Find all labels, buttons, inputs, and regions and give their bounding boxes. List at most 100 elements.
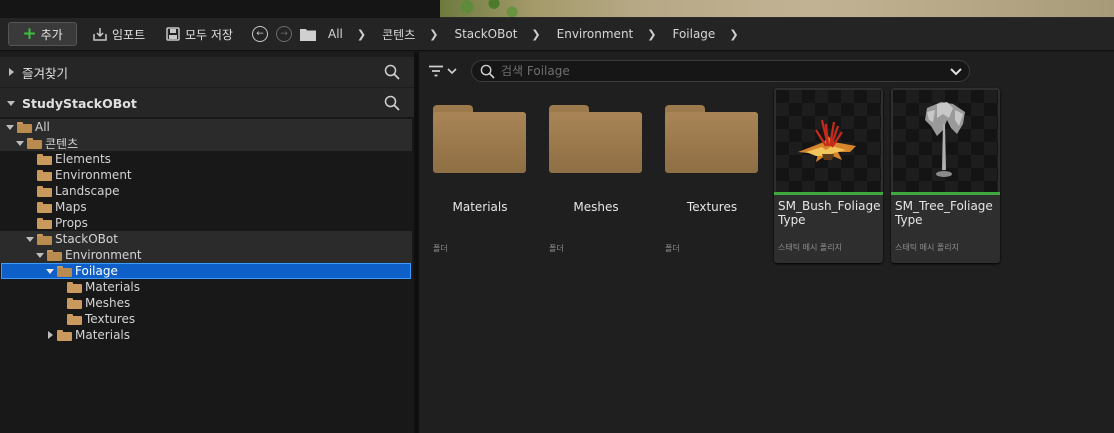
tree-item-foilage[interactable]: Foilage xyxy=(1,263,411,279)
chevron-right-icon[interactable]: ❯ xyxy=(637,28,668,41)
tree-item-label: Props xyxy=(55,216,88,230)
folder-open-icon xyxy=(17,121,32,133)
breadcrumb: All ❯ 콘텐츠 ❯ StackOBot ❯ Environment ❯ Fo… xyxy=(300,22,751,46)
import-label: 임포트 xyxy=(112,27,146,42)
triangle-down-icon[interactable] xyxy=(5,122,15,132)
folder-icon xyxy=(37,185,52,197)
tree-item-label: Textures xyxy=(85,312,136,326)
tree-item-label: Environment xyxy=(55,168,132,182)
search-input[interactable] xyxy=(501,64,931,78)
triangle-down-icon xyxy=(7,101,15,106)
breadcrumb-item-stackobot[interactable]: StackOBot xyxy=(450,27,521,41)
favorites-title: 즐겨찾기 xyxy=(22,65,69,81)
triangle-right-icon[interactable] xyxy=(45,330,55,340)
breadcrumb-item-content[interactable]: 콘텐츠 xyxy=(378,26,419,43)
sources-panel: 즐겨찾기 StudyStackOBot All 콘텐츠 Elements Env… xyxy=(0,52,414,433)
tree-item-label: 콘텐츠 xyxy=(45,136,79,151)
tree-item-environment[interactable]: Environment xyxy=(0,247,412,263)
forward-button[interactable]: → xyxy=(276,22,292,46)
tree-item-elements[interactable]: Elements xyxy=(0,151,412,167)
tree-item-content[interactable]: 콘텐츠 xyxy=(0,135,412,151)
tree-item-label: Meshes xyxy=(85,296,131,310)
folder-icon xyxy=(57,329,72,341)
add-button[interactable]: + 추가 xyxy=(8,22,77,46)
level-viewport-strip xyxy=(0,0,1114,18)
folder-icon xyxy=(433,105,526,173)
asset-tile-sm-bush-foliage-type[interactable]: SM_Bush_Foliage Type 스태틱 메시 폴리지 xyxy=(774,88,883,263)
project-header[interactable]: StudyStackOBot xyxy=(0,88,414,118)
breadcrumb-item-environment[interactable]: Environment xyxy=(553,27,638,41)
folder-icon xyxy=(37,201,52,213)
asset-name: Materials xyxy=(452,200,508,214)
asset-type: 스태틱 메시 폴리지 xyxy=(895,243,959,252)
folder-icon[interactable] xyxy=(300,27,316,41)
folder-open-icon xyxy=(47,249,62,261)
chevron-down-icon xyxy=(447,68,457,75)
tree-item-stackobot[interactable]: StackOBot xyxy=(0,231,412,247)
save-all-button[interactable]: 모두 저장 xyxy=(165,22,233,46)
folder-icon xyxy=(67,297,82,309)
asset-name: SM_Tree_Foliage Type xyxy=(895,199,993,227)
tree-item-label: All xyxy=(35,120,50,134)
chevron-right-icon[interactable]: ❯ xyxy=(347,28,378,41)
breadcrumb-item-all[interactable]: All xyxy=(324,27,347,41)
chevron-right-icon[interactable]: ❯ xyxy=(521,28,552,41)
tree-item-landscape[interactable]: Landscape xyxy=(0,183,412,199)
folder-icon xyxy=(37,169,52,181)
asset-type: 폴더 xyxy=(665,244,680,253)
tree-item-maps[interactable]: Maps xyxy=(0,199,412,215)
favorites-header[interactable]: 즐겨찾기 xyxy=(0,57,414,87)
tree-item-materials[interactable]: Materials xyxy=(0,279,412,295)
folder-icon xyxy=(549,105,642,173)
folder-tree: All 콘텐츠 Elements Environment Landscape M… xyxy=(0,117,414,433)
tree-item-environment[interactable]: Environment xyxy=(0,167,412,183)
tree-item-label: Landscape xyxy=(55,184,120,198)
asset-type-color-bar xyxy=(891,192,1000,195)
tree-item-label: Materials xyxy=(75,328,131,342)
breadcrumb-item-foilage[interactable]: Foilage xyxy=(668,27,719,41)
tree-item-all[interactable]: All xyxy=(0,119,412,135)
asset-tile-materials[interactable]: Materials 폴더 xyxy=(427,100,533,264)
tree-item-materials[interactable]: Materials xyxy=(0,327,412,343)
folder-icon xyxy=(37,217,52,229)
asset-tile-meshes[interactable]: Meshes 폴더 xyxy=(543,100,649,264)
tree-item-label: Maps xyxy=(55,200,87,214)
triangle-down-icon[interactable] xyxy=(45,266,55,276)
chevron-right-icon[interactable]: ❯ xyxy=(719,28,750,41)
asset-tile-sm-tree-foliage-type[interactable]: SM_Tree_Foliage Type 스태틱 메시 폴리지 xyxy=(891,88,1000,263)
asset-tile-textures[interactable]: Textures 폴더 xyxy=(659,100,765,264)
triangle-down-icon[interactable] xyxy=(15,138,25,148)
filter-button[interactable] xyxy=(429,63,463,79)
search-icon[interactable] xyxy=(384,95,400,111)
asset-name: SM_Bush_Foliage Type xyxy=(778,199,881,227)
save-all-label: 모두 저장 xyxy=(185,27,233,42)
tree-item-label: Environment xyxy=(65,248,142,262)
arrow-left-icon: ← xyxy=(252,26,268,42)
triangle-down-icon[interactable] xyxy=(35,250,45,260)
asset-name: Textures xyxy=(686,200,738,214)
tree-item-label: Elements xyxy=(55,152,111,166)
tree-thumbnail xyxy=(893,90,998,194)
content-browser-toolbar: + 추가 임포트 모두 저장 ← → All ❯ 콘텐츠 ❯ StackOBot… xyxy=(0,18,1114,51)
arrow-right-icon: → xyxy=(276,26,292,42)
tree-item-label: Materials xyxy=(85,280,141,294)
tree-item-label: StackOBot xyxy=(55,232,118,246)
bush-thumbnail xyxy=(776,90,881,194)
tree-item-props[interactable]: Props xyxy=(0,215,412,231)
triangle-down-icon[interactable] xyxy=(25,234,35,244)
search-icon xyxy=(480,64,495,79)
tree-item-meshes[interactable]: Meshes xyxy=(0,295,412,311)
chevron-right-icon[interactable]: ❯ xyxy=(419,28,450,41)
folder-icon xyxy=(665,105,758,173)
folder-open-icon xyxy=(37,233,52,245)
search-icon[interactable] xyxy=(384,64,400,80)
triangle-right-icon xyxy=(9,68,14,76)
import-button[interactable]: 임포트 xyxy=(92,22,145,46)
folder-open-icon xyxy=(57,265,72,277)
back-button[interactable]: ← xyxy=(252,22,268,46)
asset-search[interactable] xyxy=(471,60,970,82)
tree-item-textures[interactable]: Textures xyxy=(0,311,412,327)
import-icon xyxy=(93,28,107,41)
chevron-down-icon[interactable] xyxy=(949,64,963,78)
plus-icon: + xyxy=(22,23,37,44)
